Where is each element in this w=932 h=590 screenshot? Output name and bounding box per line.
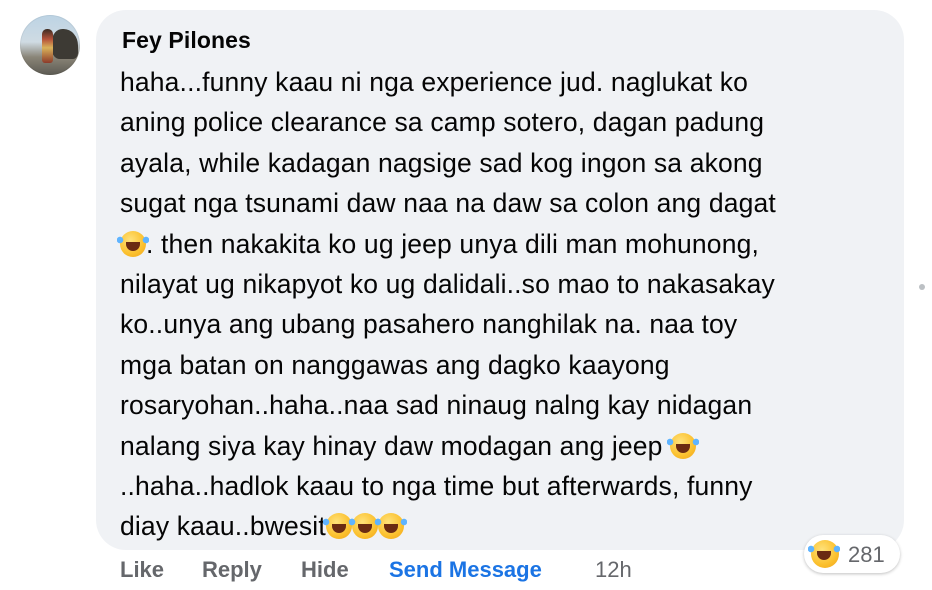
comment-line: ..haha..hadlok kaau to nga time but afte… bbox=[120, 471, 753, 502]
like-button[interactable]: Like bbox=[120, 557, 164, 583]
send-message-button[interactable]: Send Message bbox=[389, 557, 542, 583]
comment-line: ko..unya ang ubang pasahero nanghilak na… bbox=[120, 309, 738, 340]
avatar[interactable] bbox=[20, 15, 80, 75]
timestamp[interactable]: 12h bbox=[595, 557, 632, 583]
comment-line: mga batan on nanggawas ang dagko kaayong bbox=[120, 349, 670, 380]
haha-reaction-icon bbox=[808, 540, 840, 568]
comment-author[interactable]: Fey Pilones bbox=[122, 27, 251, 54]
comment-line: rosaryohan..haha..naa sad ninaug nalng k… bbox=[120, 390, 753, 421]
hide-button[interactable]: Hide bbox=[301, 557, 349, 583]
comment-line: sugat nga tsunami daw naa na daw sa colo… bbox=[120, 188, 776, 219]
laughing-emoji-icon bbox=[117, 230, 149, 257]
avatar-person-shape bbox=[42, 29, 53, 63]
laughing-emoji-icon bbox=[322, 513, 355, 540]
more-options-dot-icon[interactable] bbox=[919, 284, 925, 290]
comment-line: ayala, while kadagan nagsige sad kog ing… bbox=[120, 147, 763, 178]
avatar-rock-shape bbox=[52, 29, 78, 59]
comment-line: . then nakakita ko ug jeep unya dili man… bbox=[117, 224, 900, 264]
reply-button[interactable]: Reply bbox=[202, 557, 262, 583]
comment-line: nalang siya kay hinay daw modagan ang je… bbox=[120, 426, 900, 466]
comment-line: diay kaau..bwesit bbox=[120, 506, 900, 546]
comment-text: haha...funny kaau ni nga experience jud.… bbox=[117, 62, 900, 547]
reaction-count: 281 bbox=[848, 542, 885, 567]
comment-line: haha...funny kaau ni nga experience jud.… bbox=[120, 67, 749, 97]
laughing-emoji-icon bbox=[667, 432, 700, 459]
reaction-badge[interactable]: 281 bbox=[804, 535, 900, 573]
comment-line: aning police clearance sa camp sotero, d… bbox=[120, 107, 765, 138]
comment-line: nilayat ug nikapyot ko ug dalidali..so m… bbox=[120, 269, 775, 300]
laughing-emoji-icon bbox=[348, 513, 381, 540]
laughing-emoji-icon bbox=[374, 513, 407, 540]
